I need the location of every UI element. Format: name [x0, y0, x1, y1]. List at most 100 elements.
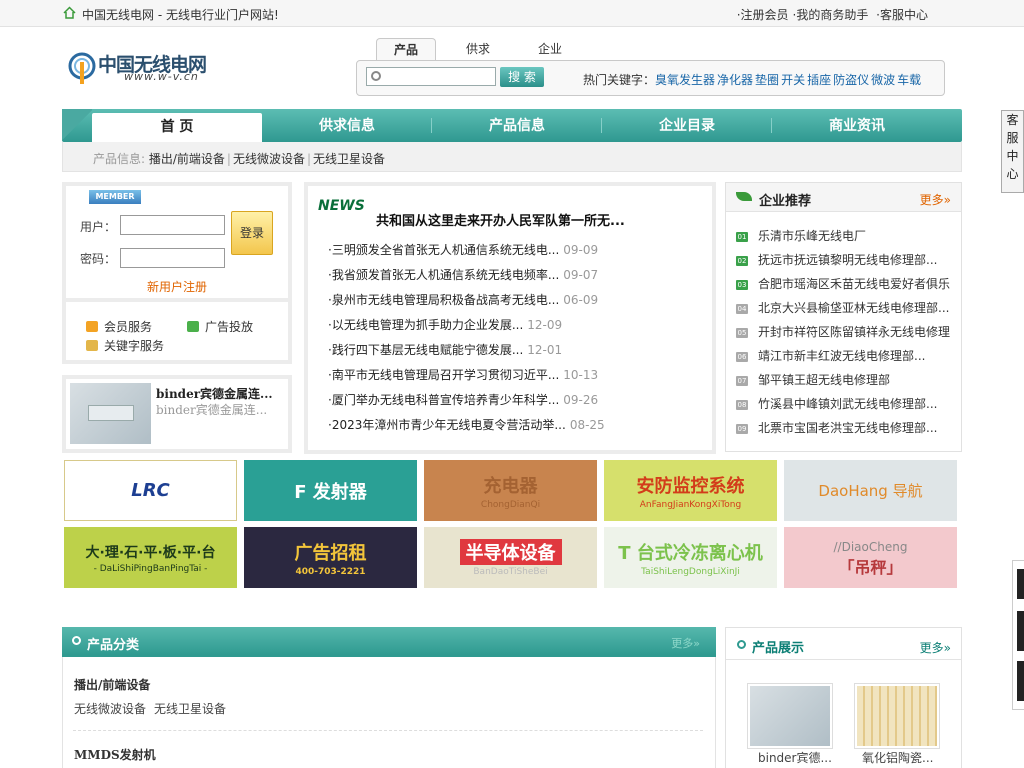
nav-products[interactable]: 产品信息 — [432, 109, 602, 142]
ad-subtext: AnFangJianKongXiTong — [639, 499, 742, 510]
ad-banner-crane-scale[interactable]: //DiaoCheng 「吊秤」 — [784, 527, 957, 588]
service-center-link[interactable]: ·客服中心 — [876, 8, 928, 22]
news-headline[interactable]: 共和国从这里走来开办人民军队第一所无... — [376, 210, 625, 229]
ad-banner-centrifuge[interactable]: T 台式冷冻离心机 TaiShiLengDongLiXinJi — [604, 527, 777, 588]
logo-url: www.w-v.cn — [124, 70, 199, 83]
category-link[interactable]: 无线卫星设备 — [154, 702, 226, 716]
showcase-product-image[interactable] — [747, 683, 833, 749]
showcase-product-caption[interactable]: binder宾德... — [758, 749, 832, 766]
nav-companies[interactable]: 企业目录 — [602, 109, 772, 142]
news-title[interactable]: ·南平市无线电管理局召开学习贯彻习近平... — [328, 368, 559, 382]
recommend-item[interactable]: 07 邹平镇王超无线电修理部 — [736, 371, 950, 395]
ad-banner-transmitter[interactable]: F 发射器 — [244, 460, 417, 521]
company-name[interactable]: 竹溪县中峰镇刘武无线电修理部... — [758, 397, 937, 411]
hot-keyword[interactable]: 插座 — [807, 73, 831, 87]
recommend-more-link[interactable]: 更多» — [920, 191, 951, 208]
news-item[interactable]: ·厦门举办无线电科普宣传培养青少年科学... 09-26 — [328, 391, 605, 416]
news-item[interactable]: ·三明颁发全省首张无人机通信系统无线电... 09-09 — [328, 241, 605, 266]
showcase-product-caption[interactable]: 氧化铝陶瓷... — [862, 749, 933, 766]
nav-supply[interactable]: 供求信息 — [262, 109, 432, 142]
ad-banner-security[interactable]: 安防监控系统 AnFangJianKongXiTong — [604, 460, 777, 521]
rank-badge: 09 — [736, 424, 748, 434]
news-title[interactable]: ·泉州市无线电管理局积极备战高考无线电... — [328, 293, 559, 307]
company-name[interactable]: 乐清市乐峰无线电厂 — [758, 229, 866, 243]
search-tab-products[interactable]: 产品 — [376, 38, 436, 62]
login-button[interactable]: 登录 — [231, 211, 273, 255]
password-input[interactable] — [120, 248, 225, 268]
subnav-link[interactable]: 播出/前端设备 — [149, 152, 225, 166]
news-item[interactable]: ·我省颁发首张无人机通信系统无线电频率... 09-07 — [328, 266, 605, 291]
category-group-title[interactable]: 播出/前端设备 — [74, 676, 150, 693]
customer-service-widget[interactable]: 客 服 中 心 — [1001, 110, 1024, 193]
hot-keyword[interactable]: 净化器 — [717, 73, 753, 87]
search-tab-companies[interactable]: 企业 — [520, 38, 580, 61]
company-name[interactable]: 抚远市抚远镇黎明无线电修理部... — [758, 253, 937, 267]
ad-subtext: BanDaoTiSheBei — [473, 566, 548, 577]
ad-banner-for-rent[interactable]: 广告招租 400-703-2221 — [244, 527, 417, 588]
recommend-item[interactable]: 06 靖江市新丰红波无线电修理部... — [736, 347, 950, 371]
news-title[interactable]: ·以无线电管理为抓手助力企业发展... — [328, 318, 523, 332]
recommend-item[interactable]: 02 抚远市抚远镇黎明无线电修理部... — [736, 251, 950, 275]
category-link[interactable]: 无线微波设备 — [74, 702, 146, 716]
category-group-title[interactable]: MMDS发射机 — [74, 746, 156, 763]
register-link[interactable]: 新用户注册 — [147, 278, 207, 295]
nav-home[interactable]: 首 页 — [92, 113, 262, 142]
search-tab-supply[interactable]: 供求 — [448, 38, 508, 61]
rank-badge: 07 — [736, 376, 748, 386]
news-title[interactable]: ·我省颁发首张无人机通信系统无线电频率... — [328, 268, 559, 282]
recommend-item[interactable]: 05 开封市祥符区陈留镇祥永无线电修理 — [736, 323, 950, 347]
recommend-item[interactable]: 03 合肥市瑶海区禾苗无线电爱好者俱乐 — [736, 275, 950, 299]
news-title[interactable]: ·三明颁发全省首张无人机通信系统无线电... — [328, 243, 559, 257]
subnav-link[interactable]: 无线卫星设备 — [313, 152, 385, 166]
hot-keyword[interactable]: 车载 — [897, 73, 921, 87]
news-item[interactable]: ·2023年漳州市青少年无线电夏令营活动举... 08-25 — [328, 416, 605, 441]
company-name[interactable]: 合肥市瑶海区禾苗无线电爱好者俱乐 — [758, 277, 950, 291]
company-name[interactable]: 邹平镇王超无线电修理部 — [758, 373, 890, 387]
categories-more-link[interactable]: 更多» — [671, 635, 700, 651]
recommend-item[interactable]: 04 北京大兴县榆垡亚林无线电修理部... — [736, 299, 950, 323]
featured-product-image[interactable] — [70, 383, 151, 444]
hot-keyword[interactable]: 防盗仪 — [833, 73, 869, 87]
company-name[interactable]: 北票市宝国老洪宝无线电修理部... — [758, 421, 937, 435]
nav-news[interactable]: 商业资讯 — [772, 109, 942, 142]
news-item[interactable]: ·践行四下基层无线电赋能宁德发展... 12-01 — [328, 341, 605, 366]
featured-product[interactable]: binder宾德金属连... binder宾德金属连... — [62, 375, 292, 453]
news-item[interactable]: ·以无线电管理为抓手助力企业发展... 12-09 — [328, 316, 605, 341]
company-name[interactable]: 靖江市新丰红波无线电修理部... — [758, 349, 925, 363]
news-title[interactable]: ·践行四下基层无线电赋能宁德发展... — [328, 343, 523, 357]
subnav-link[interactable]: 无线微波设备 — [233, 152, 305, 166]
showcase-more-link[interactable]: 更多» — [920, 639, 951, 656]
ad-banner-semiconductor[interactable]: 半导体设备 BanDaoTiSheBei — [424, 527, 597, 588]
recommend-item[interactable]: 09 北票市宝国老洪宝无线电修理部... — [736, 419, 950, 443]
register-link[interactable]: ·注册会员 — [737, 8, 789, 22]
site-logo[interactable]: 中国无线电网 www.w-v.cn — [68, 50, 228, 86]
company-name[interactable]: 开封市祥符区陈留镇祥永无线电修理 — [758, 325, 950, 339]
recommend-item[interactable]: 08 竹溪县中峰镇刘武无线电修理部... — [736, 395, 950, 419]
floating-side-widget[interactable] — [1012, 560, 1024, 710]
hot-keyword[interactable]: 微波 — [871, 73, 895, 87]
news-title[interactable]: ·厦门举办无线电科普宣传培养青少年科学... — [328, 393, 559, 407]
home-icon[interactable] — [63, 6, 76, 19]
featured-product-title[interactable]: binder宾德金属连... — [156, 385, 273, 402]
ad-banner-lrc[interactable]: LRC — [64, 460, 237, 521]
hot-keyword[interactable]: 臭氧发生器 — [655, 73, 715, 87]
member-service-link[interactable]: 会员服务 — [86, 318, 152, 335]
recommend-item[interactable]: 01 乐清市乐峰无线电厂 — [736, 227, 950, 251]
news-item[interactable]: ·泉州市无线电管理局积极备战高考无线电... 06-09 — [328, 291, 605, 316]
hot-keyword[interactable]: 垫圈 — [755, 73, 779, 87]
search-button[interactable]: 搜 索 — [500, 67, 544, 87]
ad-banner-charger[interactable]: 充电器 ChongDianQi — [424, 460, 597, 521]
hot-keyword[interactable]: 开关 — [781, 73, 805, 87]
showcase-product-image[interactable] — [854, 683, 940, 749]
news-title[interactable]: ·2023年漳州市青少年无线电夏令营活动举... — [328, 418, 566, 432]
ad-service-link[interactable]: 广告投放 — [187, 318, 253, 335]
news-item[interactable]: ·南平市无线电管理局召开学习贯彻习近平... 10-13 — [328, 366, 605, 391]
recommend-title: 企业推荐 — [759, 194, 812, 209]
keyword-service-link[interactable]: 关键字服务 — [86, 337, 164, 354]
ad-banner-marble[interactable]: 大·理·石·平·板·平·台 - DaLiShiPingBanPingTai - — [64, 527, 237, 588]
search-input[interactable] — [366, 67, 496, 86]
ad-banner-navigation[interactable]: DaoHang 导航 — [784, 460, 957, 521]
business-assistant-link[interactable]: ·我的商务助手 — [793, 8, 869, 22]
username-input[interactable] — [120, 215, 225, 235]
company-name[interactable]: 北京大兴县榆垡亚林无线电修理部... — [758, 301, 949, 315]
